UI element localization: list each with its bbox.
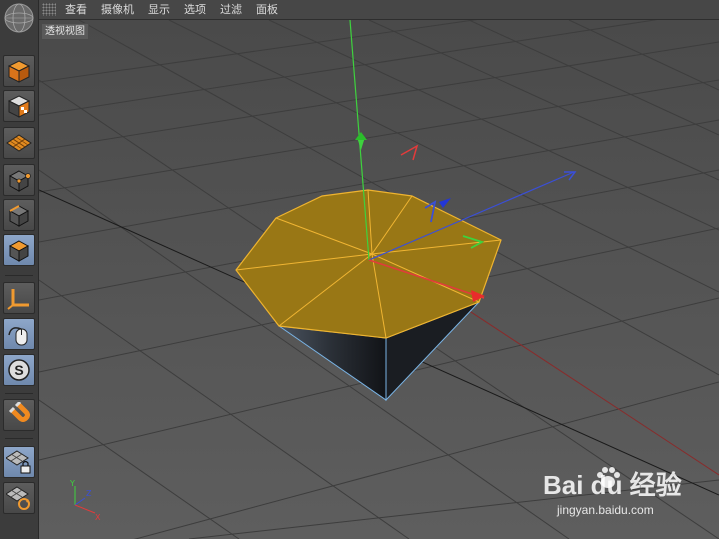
svg-text:S: S [14,362,23,378]
solo-mode-button[interactable]: S [3,354,35,386]
toolbar-separator [5,275,33,276]
workplane-mode-button[interactable] [3,127,35,159]
point-mode-button[interactable] [3,164,35,196]
menu-panel[interactable]: 面板 [256,2,278,17]
polygon-mode-button[interactable] [3,234,35,266]
menu-options[interactable]: 选项 [184,2,206,17]
snap-button[interactable] [3,399,35,431]
point-cube-icon [8,170,31,192]
cinema4d-logo-icon[interactable] [3,2,35,34]
solo-s-icon: S [8,359,30,381]
menu-filter[interactable]: 过滤 [220,2,242,17]
left-toolbar: S [0,0,39,539]
watermark-url: jingyan.baidu.com [557,503,654,517]
paw-icon [597,467,620,488]
menu-display[interactable]: 显示 [148,2,170,17]
magnet-icon [8,402,30,422]
checker-cube-icon [7,95,31,118]
view-name-label[interactable]: 透视视图 [41,23,89,40]
cube-icon [7,60,31,83]
axis-icon [7,289,29,310]
axis-mode-button[interactable] [3,282,35,314]
texture-mode-button[interactable] [3,90,35,122]
axis-label-x: X [95,513,101,522]
edge-cube-icon [8,205,30,227]
mouse-icon [8,327,28,346]
axis-label-z: Z [86,489,92,498]
toolbar-separator [5,393,33,394]
viewport-canvas[interactable]: Y Z X [39,20,719,539]
grid-plane-icon [6,134,32,152]
tweak-mode-button[interactable] [3,318,35,350]
workplane-lock-button[interactable] [3,446,35,478]
menu-grip-icon[interactable] [42,3,56,16]
perspective-viewport[interactable]: Y Z X 透视视图 Bai du 经验 jingyan.baidu.com [39,20,719,539]
lock-grid-icon [6,450,31,474]
viewport-menubar: 查看 摄像机 显示 选项 过滤 面板 [39,0,719,20]
menu-view[interactable]: 查看 [65,2,87,17]
axis-label-y: Y [69,479,75,488]
baidu-jingyan-watermark: Bai du 经验 jingyan.baidu.com [543,465,713,525]
model-mode-button[interactable] [3,55,35,87]
cycle-grid-icon [6,486,30,510]
toolbar-separator [5,438,33,439]
edge-mode-button[interactable] [3,199,35,231]
polygon-cube-icon [8,240,30,262]
menu-camera[interactable]: 摄像机 [101,2,134,17]
workplane-cycle-button[interactable] [3,482,35,514]
